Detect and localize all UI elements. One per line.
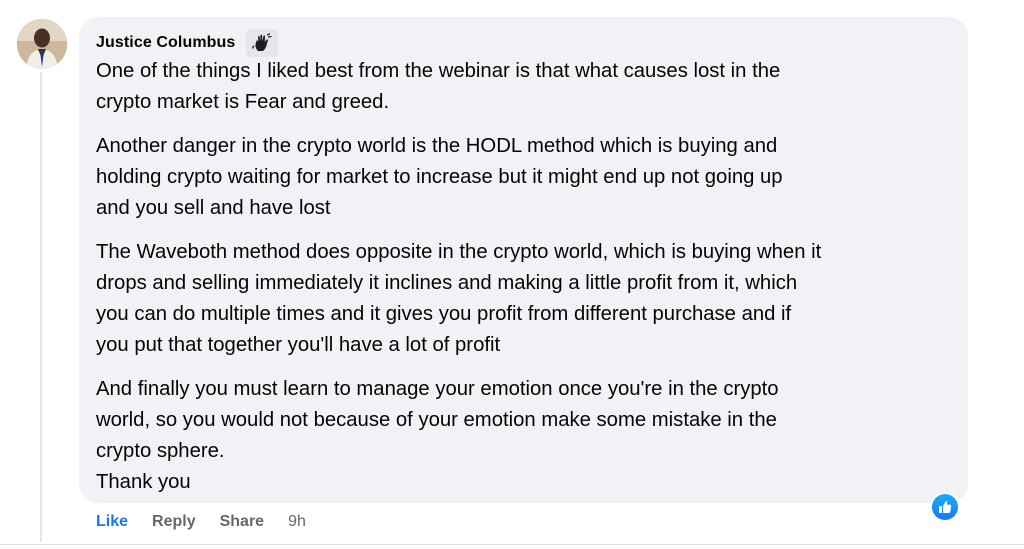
comment-text: One of the things I liked best from the … <box>96 56 952 498</box>
thread-line <box>40 72 42 542</box>
comment-paragraph: And finally you must learn to manage you… <box>96 378 779 493</box>
comment-actions: Like Reply Share 9h <box>96 511 306 533</box>
divider <box>0 544 1024 545</box>
comment-header: Justice Columbus <box>96 29 952 57</box>
like-thumbs-up-icon <box>932 494 958 520</box>
comment-paragraph: One of the things I liked best from the … <box>96 60 781 113</box>
avatar-photo-icon <box>17 19 67 69</box>
like-button[interactable]: Like <box>96 513 128 531</box>
comment-paragraph: The Waveboth method does opposite in the… <box>96 241 822 356</box>
reaction-count[interactable] <box>930 492 960 522</box>
comment-bubble: Justice Columbus One of the things I lik… <box>79 17 968 503</box>
reply-button[interactable]: Reply <box>152 513 196 531</box>
comment-paragraph: Another danger in the crypto world is th… <box>96 135 783 219</box>
avatar[interactable] <box>17 19 67 69</box>
author-name[interactable]: Justice Columbus <box>96 34 235 52</box>
wave-hand-icon[interactable] <box>246 29 279 57</box>
share-button[interactable]: Share <box>220 513 264 531</box>
timestamp[interactable]: 9h <box>288 513 306 531</box>
